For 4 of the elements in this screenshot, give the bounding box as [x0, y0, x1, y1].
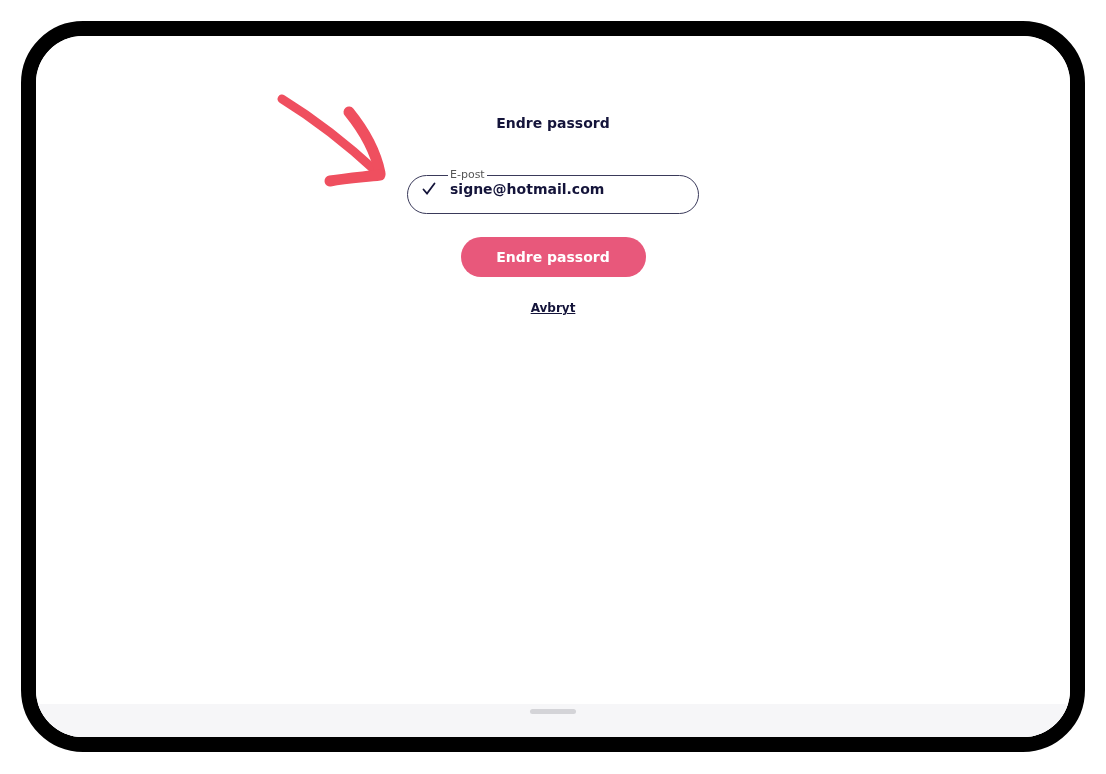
home-indicator[interactable] — [530, 709, 576, 714]
cancel-link[interactable]: Avbryt — [530, 301, 576, 315]
page-title: Endre passord — [496, 115, 610, 133]
field-label: E-post — [449, 169, 486, 181]
